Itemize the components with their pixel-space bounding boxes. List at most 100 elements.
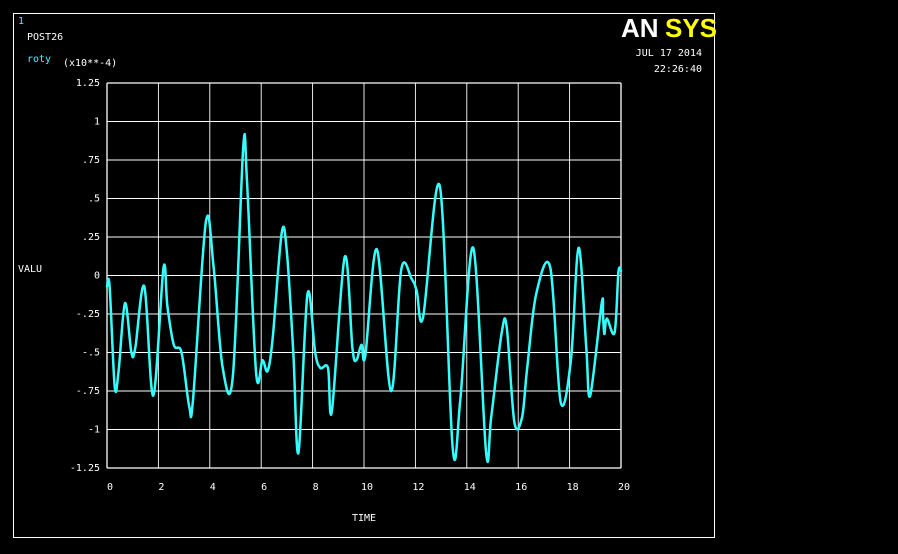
data-point (134, 346, 137, 349)
data-point (535, 292, 538, 296)
data-point (601, 312, 605, 316)
data-point (343, 255, 346, 259)
data-point (422, 316, 425, 319)
data-point (152, 394, 155, 397)
data-point (266, 369, 269, 373)
data-point (485, 451, 488, 454)
data-point (172, 343, 175, 346)
time-stamp: 22:26:40 (654, 64, 702, 75)
y-tick-label: -1 (88, 425, 100, 436)
data-point (326, 366, 330, 369)
y-tick-label: 1 (94, 117, 100, 128)
data-point (351, 346, 354, 349)
data-point (410, 277, 413, 280)
data-point (212, 266, 215, 269)
data-point (113, 385, 116, 388)
window-number: 1 (18, 16, 24, 27)
data-point (569, 359, 573, 362)
program-label: POST26 (27, 32, 63, 43)
y-tick-label: .75 (82, 155, 100, 166)
data-point (600, 302, 603, 305)
y-tick-label: .25 (82, 232, 100, 243)
data-point (355, 359, 358, 362)
data-point (242, 146, 245, 149)
data-point (180, 351, 183, 354)
data-point (613, 331, 616, 334)
data-point (280, 231, 283, 234)
data-point (360, 343, 363, 346)
data-point (438, 185, 441, 188)
x-tick-label: 18 (567, 482, 579, 493)
data-point (415, 289, 418, 292)
y-tick-label: -.75 (76, 386, 100, 397)
data-point (231, 374, 234, 377)
data-point (389, 389, 393, 393)
data-point (105, 285, 109, 288)
data-point (603, 332, 606, 336)
data-point (400, 268, 403, 271)
data-point (188, 405, 191, 408)
data-point (117, 369, 120, 373)
data-point (192, 397, 195, 400)
data-point (451, 446, 454, 450)
data-point (123, 302, 127, 305)
x-tick-label: 8 (313, 482, 319, 493)
data-point (261, 359, 264, 362)
y-multiplier: (x10**-4) (63, 58, 117, 69)
data-point (271, 336, 274, 339)
legend-series-name: roty (27, 54, 51, 65)
data-point (319, 366, 322, 369)
data-point (619, 269, 623, 272)
data-point (505, 325, 508, 328)
data-point (285, 251, 288, 254)
logo-an: AN (621, 13, 659, 43)
x-tick-label: 16 (515, 482, 527, 493)
y-axis-label: VALU (18, 264, 42, 275)
x-tick-label: 14 (464, 482, 476, 493)
data-point (526, 366, 529, 369)
logo-sys: SYS (665, 13, 717, 43)
data-point (162, 266, 165, 269)
data-point (306, 292, 309, 296)
x-tick-label: 6 (261, 482, 267, 493)
data-point (297, 451, 300, 454)
y-tick-label: 0 (94, 271, 100, 282)
y-tick-label: -.5 (82, 348, 100, 359)
data-point (364, 354, 367, 357)
x-tick-labels: 0 2 4 6 8 10 12 14 16 18 20 (107, 482, 630, 493)
data-point (472, 246, 475, 249)
data-point (577, 246, 580, 249)
data-point (292, 351, 295, 354)
data-point (549, 266, 552, 269)
data-point (559, 400, 562, 403)
x-tick-label: 0 (107, 482, 113, 493)
x-tick-label: 20 (618, 482, 630, 493)
data-point (204, 220, 207, 223)
x-tick-label: 10 (361, 482, 373, 493)
x-tick-label: 2 (158, 482, 164, 493)
data-point (521, 416, 524, 419)
data-point (589, 394, 592, 397)
y-tick-labels: 1.25 1 .75 .5 .25 0 -.25 -.5 -.75 -1 -1.25 (70, 78, 100, 474)
chart: 0 2 4 6 8 10 12 14 16 18 20 1.25 1 .75 .5 .25 0 -.25 -.5 -… (18, 13, 717, 524)
data-point (130, 351, 133, 354)
y-tick-label: -1.25 (70, 463, 100, 474)
data-point (605, 317, 609, 320)
data-point (255, 371, 258, 374)
data-point (166, 305, 169, 308)
y-tick-label: 1.25 (76, 78, 100, 89)
data-point (314, 351, 317, 354)
y-tick-label: -.25 (76, 309, 100, 320)
data-point (500, 332, 503, 336)
date-stamp: JUL 17 2014 (636, 48, 702, 59)
data-point (330, 409, 333, 413)
data-point (108, 285, 111, 288)
data-point (617, 271, 620, 274)
data-point (513, 420, 516, 423)
data-point (375, 248, 378, 251)
x-tick-label: 4 (210, 482, 216, 493)
data-point (490, 416, 493, 419)
data-point (143, 285, 146, 288)
data-point (221, 366, 224, 369)
grid (106, 82, 622, 469)
